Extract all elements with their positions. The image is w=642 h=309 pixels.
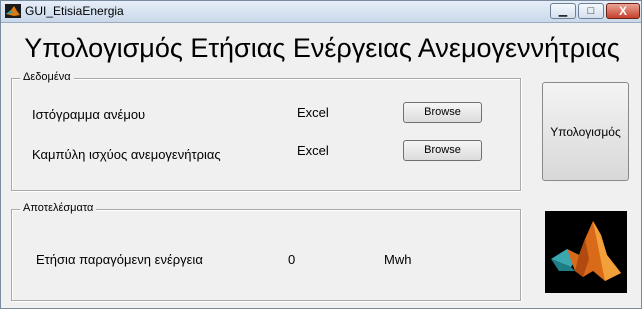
browse-histogram-button[interactable]: Browse [403, 102, 482, 123]
minimize-icon: ▁ [558, 5, 568, 17]
wind-histogram-source: Excel [297, 105, 329, 120]
maximize-button[interactable]: □ [578, 3, 604, 19]
results-panel-title: Αποτελέσματα [20, 202, 97, 214]
calculate-button[interactable]: Υπολογισμός [542, 82, 629, 181]
power-curve-label: Καμπύλη ισχύος ανεμογενήτριας [32, 147, 221, 162]
close-icon: X [618, 4, 627, 18]
data-panel-title: Δεδομένα [20, 71, 74, 83]
minimize-button[interactable]: ▁ [550, 3, 576, 19]
energy-unit: Mwh [384, 252, 412, 267]
results-panel: Αποτελέσματα Ετήσια παραγόμενη ενέργεια … [11, 202, 521, 301]
browse-power-curve-button[interactable]: Browse [403, 140, 482, 161]
maximize-icon: □ [587, 5, 595, 17]
window-title: GUI_EtisiaEnergia [25, 4, 124, 18]
page-title: Υπολογισμός Ετήσιας Ενέργειας Ανεμογεννή… [24, 33, 620, 63]
annual-energy-value: 0 [288, 252, 296, 267]
matlab-icon [5, 4, 21, 18]
wind-histogram-label: Ιστόγραμμα ανέμου [32, 107, 146, 122]
matlab-logo [545, 211, 627, 293]
app-window: GUI_EtisiaEnergia ▁ □ X Υπολογισμός Ετήσ… [0, 0, 642, 309]
annual-energy-label: Ετήσια παραγόμενη ενέργεια [36, 252, 203, 267]
close-button[interactable]: X [606, 3, 640, 19]
power-curve-source: Excel [297, 143, 329, 158]
title-bar[interactable]: GUI_EtisiaEnergia ▁ □ X [1, 1, 641, 23]
data-panel: Δεδομένα Ιστόγραμμα ανέμου Excel Browse … [11, 71, 521, 191]
